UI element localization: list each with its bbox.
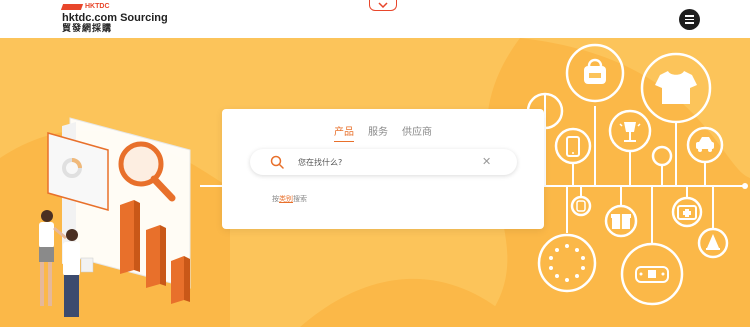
category-suffix: 搜索: [293, 195, 307, 203]
search-tabs: 产品 服务 供应商: [222, 123, 544, 142]
collapse-toggle-button[interactable]: [369, 0, 397, 11]
hktdc-logo[interactable]: HKTDC hktdc.com Sourcing 貿發網採購: [60, 3, 168, 35]
logo-flag-icon: [60, 4, 84, 10]
tab-products[interactable]: 产品: [334, 123, 354, 142]
gift-icon: [611, 214, 631, 229]
logo-title: hktdc.com Sourcing: [62, 12, 168, 24]
search-box: ✕: [250, 149, 517, 175]
search-panel: 产品 服务 供应商 ✕ 按类别搜索: [222, 109, 544, 229]
logo-subtitle: 貿發網採購: [62, 24, 113, 34]
logo-brand-text: HKTDC: [85, 3, 110, 10]
category-prefix: 按: [272, 195, 279, 203]
top-header: HKTDC hktdc.com Sourcing 貿發網採購: [0, 0, 750, 38]
chevron-down-icon: [378, 2, 388, 8]
tab-services[interactable]: 服务: [368, 123, 388, 142]
menu-icon: [685, 15, 694, 17]
search-icon: [270, 155, 284, 169]
close-icon[interactable]: ✕: [482, 156, 491, 168]
search-input[interactable]: [298, 154, 468, 170]
menu-button[interactable]: [679, 9, 700, 30]
hero-banner: 产品 服务 供应商 ✕ 按类别搜索: [0, 38, 750, 327]
category-link[interactable]: 类别: [279, 195, 293, 203]
category-search-line: 按类别搜索: [272, 194, 307, 204]
logo-mark: HKTDC: [60, 3, 168, 11]
tab-suppliers[interactable]: 供应商: [402, 123, 432, 142]
